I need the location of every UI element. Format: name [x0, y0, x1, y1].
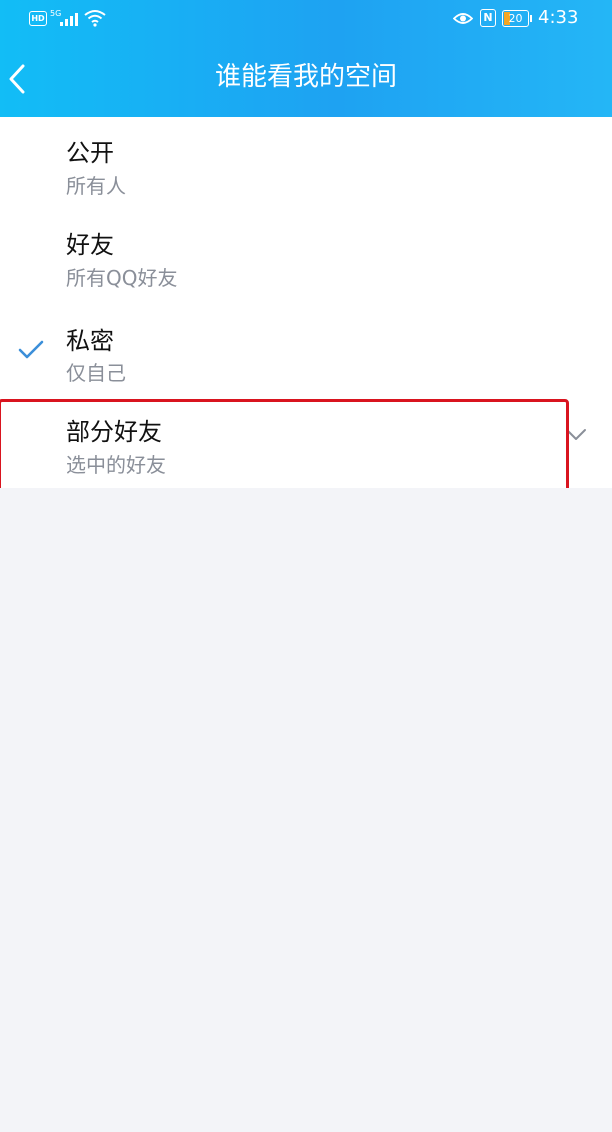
- signal-icon: 5G: [50, 9, 78, 26]
- option-subtitle: 所有人: [66, 174, 126, 198]
- option-title: 公开: [66, 139, 114, 167]
- chevron-down-icon[interactable]: [565, 428, 587, 442]
- eye-comfort-icon: [453, 13, 473, 24]
- status-time: 4:33: [538, 7, 579, 28]
- empty-content-area: [0, 488, 612, 1132]
- option-private[interactable]: 私密 仅自己: [0, 301, 612, 395]
- option-selected-friends[interactable]: 部分好友 选中的好友: [0, 395, 612, 488]
- battery-level: 20: [508, 12, 523, 25]
- option-subtitle: 仅自己: [66, 361, 126, 385]
- option-title: 好友: [66, 231, 114, 259]
- option-public[interactable]: 公开 所有人: [0, 117, 612, 209]
- option-title: 私密: [66, 327, 114, 355]
- option-title: 部分好友: [66, 418, 162, 446]
- visibility-options-list: 公开 所有人 好友 所有QQ好友 私密 仅自己 部分好友 选中的好友: [0, 117, 612, 488]
- option-friends[interactable]: 好友 所有QQ好友: [0, 209, 612, 301]
- status-bar: HD 5G N 20 4:33: [0, 0, 612, 38]
- page-title: 谁能看我的空间: [214, 62, 397, 92]
- wifi-icon: [84, 10, 106, 27]
- checkmark-icon: [18, 340, 44, 359]
- battery-icon: 20: [502, 10, 532, 27]
- option-subtitle: 选中的好友: [66, 453, 166, 477]
- network-type-label: 5G: [50, 9, 61, 18]
- hd-voice-badge: HD: [29, 11, 47, 26]
- option-subtitle: 所有QQ好友: [66, 266, 178, 290]
- nfc-icon: N: [480, 9, 496, 27]
- top-app-bar: HD 5G N 20 4:33 谁能看我的空间: [0, 0, 612, 117]
